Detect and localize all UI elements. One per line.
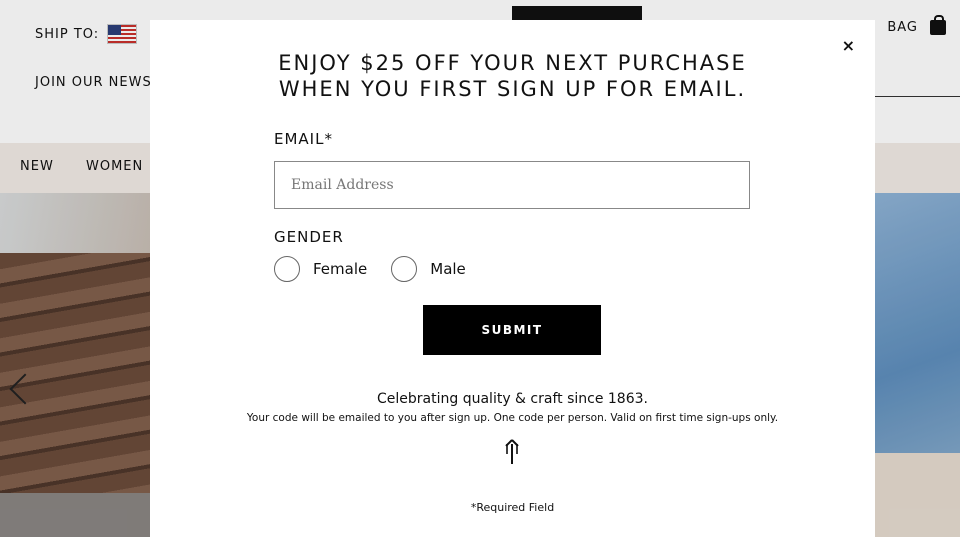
- gender-radio-group: Female Male: [274, 256, 490, 282]
- radio-button-male[interactable]: [391, 256, 418, 282]
- radio-button-female[interactable]: [274, 256, 300, 282]
- gender-option-female[interactable]: Female: [274, 256, 367, 282]
- radio-label-male: Male: [430, 260, 466, 278]
- offer-fineprint: Your code will be emailed to you after s…: [246, 412, 779, 424]
- email-label: EMAIL*: [274, 130, 333, 148]
- headline-line-2: WHEN YOU FIRST SIGN UP FOR EMAIL.: [278, 77, 747, 101]
- headline-line-1: ENJOY $25 OFF YOUR NEXT PURCHASE: [278, 51, 747, 75]
- radio-label-female: Female: [313, 260, 368, 278]
- submit-button[interactable]: SUBMIT: [423, 305, 601, 355]
- brand-tagline: Celebrating quality & craft since 1863.: [377, 391, 648, 407]
- email-field[interactable]: [274, 161, 750, 209]
- gender-option-male[interactable]: Male: [391, 256, 466, 282]
- email-signup-modal: × ENJOY $25 OFF YOUR NEXT PURCHASE WHEN …: [150, 20, 875, 537]
- gender-label: GENDER: [274, 228, 344, 246]
- required-field-note: *Required Field: [470, 501, 555, 514]
- modal-headline: ENJOY $25 OFF YOUR NEXT PURCHASE WHEN YO…: [150, 50, 875, 102]
- frye-arrow-logo-icon: [505, 439, 519, 464]
